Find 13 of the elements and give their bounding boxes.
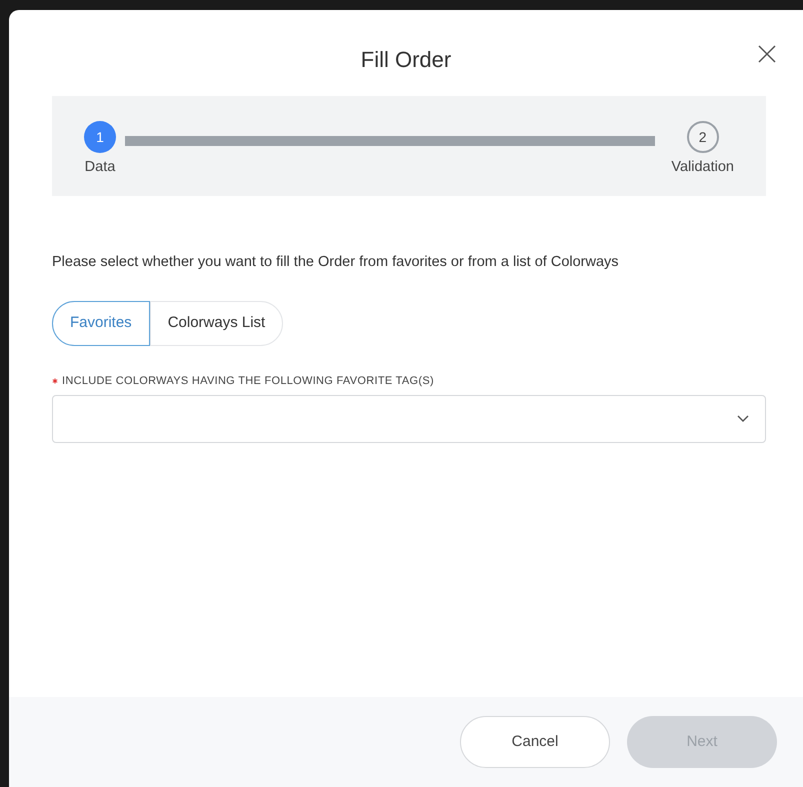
step-label: Data xyxy=(84,158,116,177)
dialog-title: Fill Order xyxy=(360,46,452,74)
step-number: 1 xyxy=(84,121,116,153)
close-icon xyxy=(758,45,776,63)
chevron-down-icon xyxy=(737,415,749,424)
toggle-option[interactable]: Favorites xyxy=(52,300,150,346)
close-button[interactable] xyxy=(757,44,777,64)
step-label: Validation xyxy=(671,158,734,177)
toggle-option[interactable]: Colorways List xyxy=(150,300,284,346)
instruction-text: Please select whether you want to fill the Order from favorites or from a list of Colorways xyxy=(52,253,620,272)
step-number: 2 xyxy=(686,121,719,153)
field-label: INCLUDE COLORWAYS HAVING THE FOLLOWING FAVORITE TAG(S) xyxy=(62,374,434,389)
cancel-button[interactable]: Cancel xyxy=(460,716,610,768)
